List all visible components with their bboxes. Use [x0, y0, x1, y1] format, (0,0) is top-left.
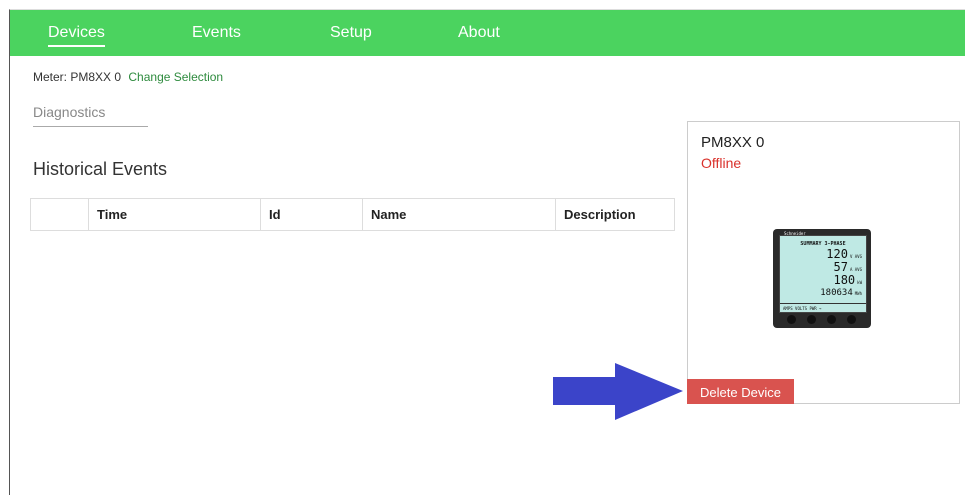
events-table: Time Id Name Description	[30, 198, 675, 231]
column-header-id[interactable]: Id	[260, 198, 363, 231]
column-header-blank	[30, 198, 89, 231]
meter-button	[847, 315, 856, 324]
nav-devices[interactable]: Devices	[48, 24, 105, 47]
pointer-arrow-icon	[553, 363, 683, 420]
meter-button	[807, 315, 816, 324]
device-name: PM8XX 0	[701, 134, 765, 151]
meter-row: 180634 MWh	[820, 288, 862, 298]
nav-events[interactable]: Events	[192, 24, 241, 42]
tab-diagnostics[interactable]: Diagnostics	[33, 104, 148, 127]
meter-footer: AMPS VOLTS PWR →	[780, 303, 866, 312]
meter-brand: Schneider	[784, 231, 806, 236]
nav-about[interactable]: About	[458, 24, 500, 42]
meter-button	[787, 315, 796, 324]
meter-button	[827, 315, 836, 324]
meter-row: 57 A AVG	[833, 260, 863, 274]
delete-device-button[interactable]: Delete Device	[687, 379, 794, 404]
top-navbar: Devices Events Setup About	[10, 10, 965, 56]
device-card: PM8XX 0 Offline Schneider SUMMARY 3-PHAS…	[687, 121, 960, 404]
table-header-row: Time Id Name Description	[30, 198, 675, 231]
meter-label: Meter: PM8XX 0	[33, 70, 122, 84]
historical-events-heading: Historical Events	[33, 159, 168, 179]
column-header-name[interactable]: Name	[362, 198, 556, 231]
column-header-time[interactable]: Time	[88, 198, 261, 231]
change-selection-link[interactable]: Change Selection	[128, 70, 223, 84]
nav-setup[interactable]: Setup	[330, 24, 372, 42]
power-meter-image: Schneider SUMMARY 3-PHASE 120 V AVG 57 A A…	[773, 229, 871, 328]
column-header-description[interactable]: Description	[555, 198, 675, 231]
arrow-shape	[553, 363, 683, 420]
meter-selection-line: Meter: PM8XX 0 Change Selection	[33, 70, 223, 84]
device-status: Offline	[701, 155, 742, 171]
meter-row: 180 kW	[833, 273, 862, 287]
meter-screen: Schneider SUMMARY 3-PHASE 120 V AVG 57 A A…	[779, 231, 867, 313]
meter-row: 120 V AVG	[826, 247, 862, 261]
